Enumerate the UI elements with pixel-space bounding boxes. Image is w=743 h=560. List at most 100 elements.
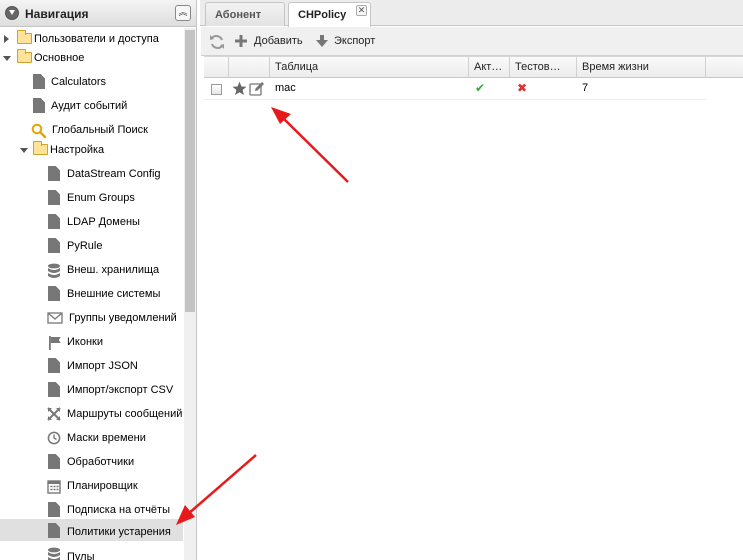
tree-item-label: Импорт/экспорт CSV (67, 384, 174, 396)
column-header-label: Акт… (474, 61, 503, 73)
tree-item-label: LDAP Домены (67, 216, 140, 228)
cell-text: 7 (582, 82, 589, 94)
database-icon (47, 263, 61, 278)
tree-item-event-audit[interactable]: Аудит событий (0, 95, 183, 117)
tree-item-label: Внешние системы (67, 288, 161, 300)
column-header-test[interactable]: Тестов… (510, 57, 577, 78)
toolbar: Добавить Экспорт (201, 27, 743, 56)
tree-item-pyrule[interactable]: PyRule (0, 235, 183, 257)
tree-item-report-subscription[interactable]: Подписка на отчёты (0, 499, 183, 521)
tree-item-external-systems[interactable]: Внешние системы (0, 283, 183, 305)
tree-item-import-json[interactable]: Импорт JSON (0, 355, 183, 377)
tree-item-global-search[interactable]: Глобальный Поиск (0, 119, 183, 141)
tree-item-label: Обработчики (67, 456, 135, 468)
tree-item-label: Подписка на отчёты (67, 504, 170, 516)
refresh-button[interactable] (208, 33, 228, 51)
arrows-expand-icon (47, 407, 61, 421)
cross-icon: ✖ (517, 81, 528, 95)
cell-test: ✖ (510, 78, 577, 99)
document-icon (48, 454, 60, 469)
tree-item-icons[interactable]: Иконки (0, 331, 183, 353)
tree-item-datastream-config[interactable]: DataStream Config (0, 163, 183, 185)
tree-item-label: Глобальный Поиск (52, 124, 148, 136)
tree-item-calculators[interactable]: Calculators (0, 71, 183, 93)
tree-item-label: Иконки (67, 336, 103, 348)
tree-item-label: Политики устарения (67, 526, 171, 538)
nav-tree: Пользователи и доступа Основное Calculat… (0, 28, 183, 560)
collapse-panel-button[interactable]: ︽ (175, 5, 191, 21)
tree-item-message-routes[interactable]: Маршруты сообщений (0, 403, 183, 425)
nav-title: Навигация (25, 7, 89, 21)
tree-item-enum-groups[interactable]: Enum Groups (0, 187, 183, 209)
row-checkbox[interactable] (211, 84, 222, 95)
close-tab-icon[interactable]: ✕ (356, 5, 367, 16)
document-icon (48, 502, 60, 517)
tree-item-label: Маршруты сообщений (67, 408, 183, 420)
folder-icon (33, 141, 48, 155)
check-icon: ✔ (475, 81, 486, 95)
add-button[interactable]: Добавить (234, 33, 309, 51)
column-header-table[interactable]: Таблица (270, 57, 469, 78)
plus-icon (234, 34, 248, 51)
document-icon (48, 286, 60, 301)
document-icon (48, 358, 60, 373)
document-icon (48, 382, 60, 397)
column-header-active[interactable]: Акт… (469, 57, 510, 78)
column-header-ttl[interactable]: Время жизни (577, 57, 706, 78)
tree-item-label: Группы уведомлений (69, 312, 177, 324)
star-icon[interactable] (232, 81, 247, 99)
column-header-label: Время жизни (582, 61, 649, 73)
add-button-label: Добавить (254, 35, 303, 47)
folder-icon (17, 49, 32, 63)
document-icon (33, 74, 45, 89)
tab-subscriber[interactable]: Абонент (205, 2, 285, 26)
nav-header: Навигация ︽ (0, 0, 196, 27)
export-button[interactable]: Экспорт (315, 33, 385, 51)
table-row[interactable]: mac ✔ ✖ 7 (204, 78, 707, 100)
envelope-icon (47, 311, 63, 325)
tree-item-settings[interactable]: Настройка (0, 139, 183, 161)
tree-item-notification-groups[interactable]: Группы уведомлений (0, 307, 183, 329)
tree-item-label: Пользователи и доступа (34, 33, 159, 45)
tree-item-label: Enum Groups (67, 192, 135, 204)
edit-icon[interactable] (249, 81, 265, 99)
select-column-header[interactable] (204, 57, 229, 78)
database-icon (47, 547, 61, 560)
nav-scrollbar[interactable] (184, 28, 196, 560)
folder-icon (17, 30, 32, 44)
tree-item-label: Аудит событий (51, 100, 128, 112)
navigation-panel: Навигация ︽ Пользователи и доступа Основ… (0, 0, 197, 560)
download-arrow-icon (315, 34, 329, 51)
cell-ttl: 7 (577, 78, 706, 99)
actions-column-header (229, 57, 270, 78)
tree-item-pools[interactable]: Пулы (0, 543, 183, 560)
tree-item-label: DataStream Config (67, 168, 161, 180)
calendar-icon (47, 479, 61, 494)
tree-item-label: Calculators (51, 76, 107, 88)
tree-item-handlers[interactable]: Обработчики (0, 451, 183, 473)
document-icon (48, 238, 60, 253)
tree-item-ldap-domains[interactable]: LDAP Домены (0, 211, 183, 233)
scrollbar-thumb[interactable] (185, 30, 195, 312)
document-icon (33, 98, 45, 113)
row-select-cell (204, 78, 229, 99)
tree-item-import-export-csv[interactable]: Импорт/экспорт CSV (0, 379, 183, 401)
tree-item-external-storages[interactable]: Внеш. хранилища (0, 259, 183, 281)
tree-item-main[interactable]: Основное (0, 47, 183, 69)
collapse-arrow-icon[interactable] (3, 56, 11, 61)
refresh-icon (208, 35, 226, 54)
collapse-arrow-icon[interactable] (20, 148, 28, 153)
document-icon (48, 214, 60, 229)
tab-label: Абонент (215, 9, 262, 21)
column-header-label: Таблица (275, 61, 319, 73)
cell-active: ✔ (469, 78, 510, 99)
tree-item-label: Маски времени (67, 432, 146, 444)
tree-item-label: Внеш. хранилища (67, 264, 160, 276)
tab-chpolicy[interactable]: CHPolicy ✕ (288, 2, 371, 27)
expand-arrow-icon[interactable] (4, 35, 9, 43)
document-icon (48, 523, 60, 538)
tree-item-scheduler[interactable]: Планировщик (0, 475, 183, 497)
tree-item-time-masks[interactable]: Маски времени (0, 427, 183, 449)
cell-table: mac (270, 78, 469, 99)
tree-item-obsolescence-policies[interactable]: Политики устарения (0, 519, 183, 541)
